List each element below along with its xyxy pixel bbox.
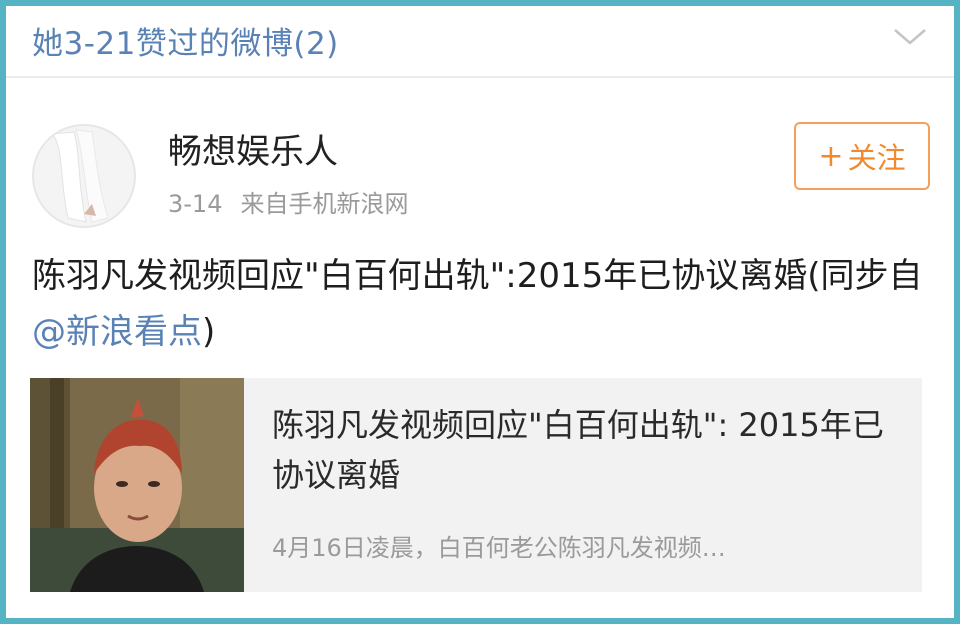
liked-posts-header[interactable]: 她3-21赞过的微博(2) (6, 6, 954, 78)
plus-icon: + (818, 138, 844, 174)
post-meta: 3-14 来自手机新浪网 (168, 184, 408, 219)
username[interactable]: 畅想娱乐人 (168, 124, 338, 173)
card-description: 4月16日凌晨，白百何老公陈羽凡发视频… (272, 534, 726, 562)
link-card[interactable]: 陈羽凡发视频回应"白百何出轨": 2015年已协议离婚 4月16日凌晨，白百何老… (30, 378, 922, 592)
card-title: 陈羽凡发视频回应"白百何出轨": 2015年已协议离婚 (272, 406, 884, 494)
avatar-image (34, 126, 134, 226)
follow-button[interactable]: + 关注 (794, 122, 930, 190)
post-text: 陈羽凡发视频回应"白百何出轨":2015年已协议离婚(同步自 @新浪看点) (32, 248, 932, 360)
liked-posts-title: 她3-21赞过的微博(2) (32, 26, 339, 62)
chevron-down-icon[interactable] (892, 24, 928, 48)
card-thumbnail-image (30, 378, 244, 592)
avatar[interactable] (32, 124, 136, 228)
weibo-post: 畅想娱乐人 3-14 来自手机新浪网 + 关注 陈羽凡发视频回应"白百何出轨":20… (6, 80, 954, 618)
mention-link[interactable]: @新浪看点 (32, 312, 202, 352)
post-source: 来自手机新浪网 (240, 190, 409, 218)
post-text-main: 陈羽凡发视频回应"白百何出轨":2015年已协议离婚(同步自 (32, 256, 923, 296)
follow-label: 关注 (847, 141, 906, 175)
screenshot-frame: 她3-21赞过的微博(2) 畅想娱乐人 3-14 来自手机新浪网 + 关注 陈羽凡发… (0, 0, 960, 624)
post-date: 3-14 (168, 190, 223, 218)
post-text-end: ) (202, 312, 216, 352)
card-thumbnail (30, 378, 244, 592)
